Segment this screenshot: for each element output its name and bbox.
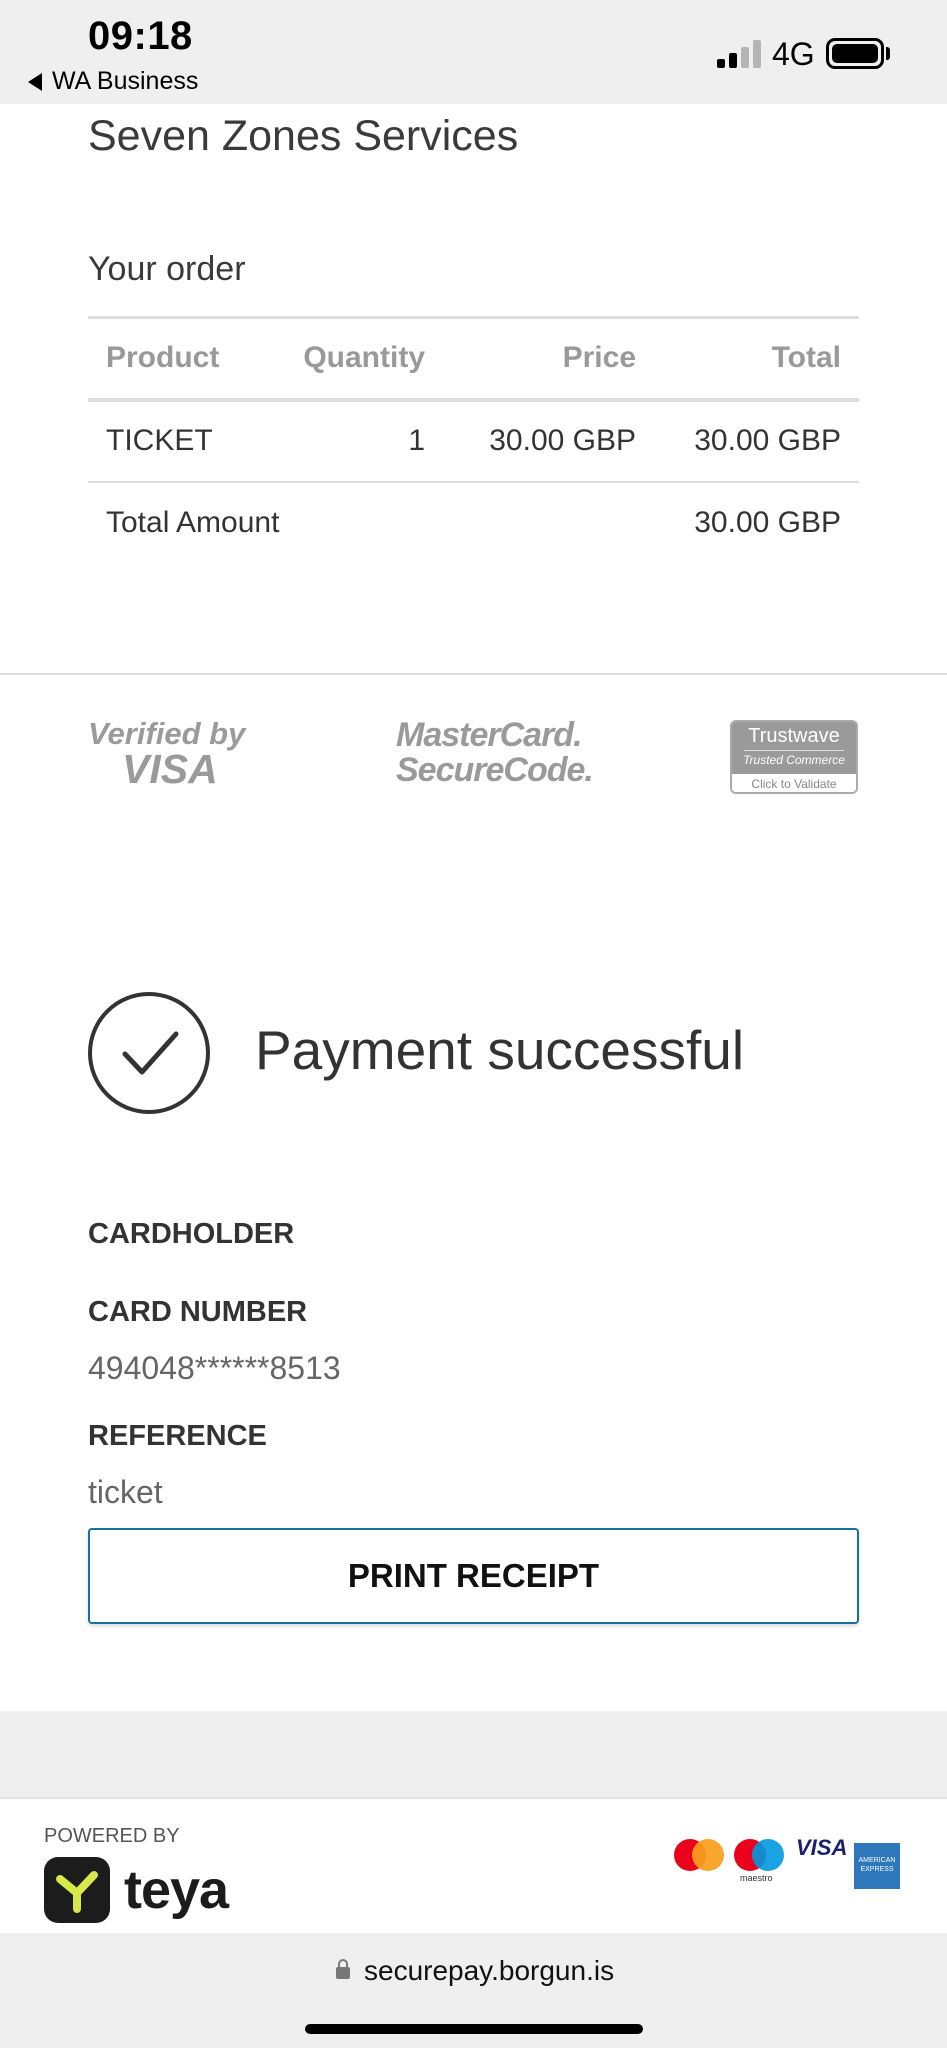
mcsc-line1: MasterCard. (396, 716, 583, 754)
status-bar: 09:18 WA Business 4G (0, 0, 947, 104)
lock-icon (336, 1959, 350, 1979)
mastercard-securecode-logo: MasterCard. SecureCode. (396, 716, 594, 789)
accepted-cards: maestro VISA AMERICAN EXPRESS (674, 1829, 904, 1899)
back-app-label: WA Business (52, 67, 199, 95)
back-arrow-icon (28, 72, 42, 91)
maestro-text: maestro (740, 1873, 773, 1883)
reference-value: ticket (88, 1474, 163, 1510)
battery-icon (826, 38, 884, 69)
mastercard-logo-overlap (692, 1839, 724, 1871)
card-number-label: CARD NUMBER (88, 1296, 308, 1328)
order-table: Product Quantity Price Total TICKET 1 30… (88, 316, 859, 564)
success-check-icon (88, 992, 210, 1114)
visa-logo-icon: VISA (796, 1835, 848, 1860)
teya-logo-icon (44, 1857, 110, 1923)
table-row: TICKET 1 30.00 GBP 30.00 GBP (88, 399, 859, 483)
network-type: 4G (772, 36, 815, 72)
column-header-price: Price (443, 316, 654, 402)
mcsc-line2: SecureCode. (396, 750, 594, 789)
vbv-line2: VISA (122, 746, 218, 792)
print-receipt-button[interactable]: PRINT RECEIPT (88, 1528, 859, 1624)
teya-brand-text: teya (124, 1860, 229, 1920)
item-total: 30.00 GBP (654, 399, 859, 483)
trustwave-sub: Trusted Commerce (743, 753, 845, 767)
reference-label: REFERENCE (88, 1420, 267, 1452)
column-header-product: Product (88, 316, 258, 402)
item-product: TICKET (88, 399, 258, 483)
total-amount-value: 30.00 GBP (694, 506, 841, 539)
back-to-app-link[interactable]: WA Business (28, 67, 198, 96)
card-number-value: 494048******8513 (88, 1350, 341, 1386)
maestro-logo-overlap (752, 1839, 784, 1871)
battery-tip (886, 47, 890, 60)
column-header-quantity: Quantity (258, 316, 443, 402)
home-indicator[interactable] (305, 2024, 643, 2034)
section-divider (0, 673, 947, 675)
powered-by-label: POWERED BY (44, 1825, 180, 1847)
url-text[interactable]: securepay.borgun.is (364, 1955, 614, 1987)
column-header-total: Total (654, 316, 859, 402)
total-spacer (443, 482, 654, 564)
page-background-band (0, 1711, 947, 1797)
trustwave-brand: Trustwave (748, 725, 840, 747)
amex-logo-icon: AMERICAN EXPRESS (854, 1843, 900, 1889)
order-table-header: Product Quantity Price Total (88, 316, 859, 402)
item-quantity: 1 (258, 399, 443, 483)
payment-footer: POWERED BY teya maestro VISA AMERICAN EX… (0, 1797, 947, 1933)
total-amount-label: Total Amount (106, 506, 280, 539)
verified-by-visa-logo: Verified by VISA (88, 718, 245, 790)
order-title: Your order (88, 250, 246, 288)
item-price: 30.00 GBP (443, 399, 654, 483)
payment-status-message: Payment successful (255, 1019, 745, 1081)
vbv-line1: Verified by (88, 716, 246, 751)
total-row: Total Amount 30.00 GBP (88, 482, 859, 564)
trustwave-seal[interactable]: Trustwave Trusted Commerce Click to Vali… (730, 720, 858, 794)
browser-url-bar[interactable]: securepay.borgun.is (0, 1933, 947, 2048)
merchant-name: Seven Zones Services (88, 112, 519, 160)
signal-strength-icon (717, 40, 763, 68)
status-time: 09:18 (88, 14, 193, 58)
cardholder-label: CARDHOLDER (88, 1218, 295, 1250)
trustwave-validate-link[interactable]: Click to Validate (732, 774, 856, 792)
